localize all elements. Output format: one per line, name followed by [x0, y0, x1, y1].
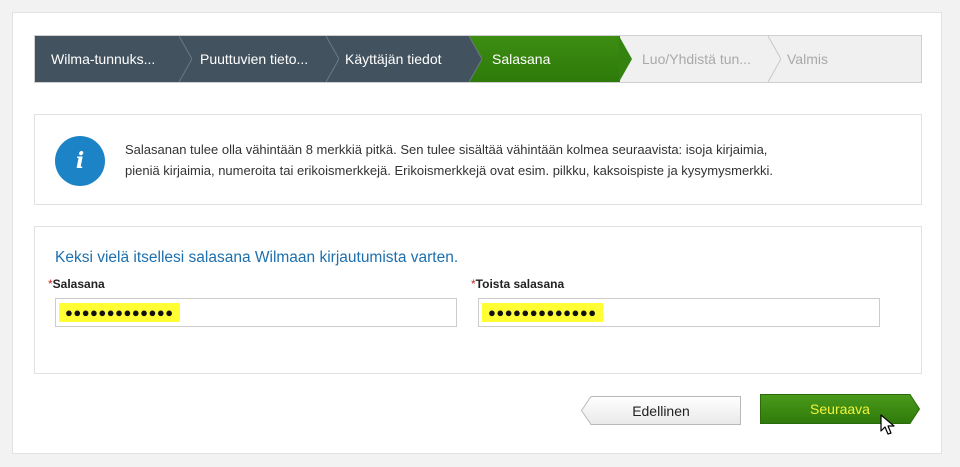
password-rules-text: Salasanan tulee olla vähintään 8 merkkiä…: [125, 139, 885, 181]
password-rules-line-2: pieniä kirjaimia, numeroita tai erikoism…: [125, 163, 774, 178]
chevron-separator-icon: [326, 36, 339, 82]
step-label: Käyttäjän tiedot: [345, 51, 442, 67]
chevron-separator-icon: [619, 36, 632, 82]
next-button[interactable]: Seuraava: [760, 394, 920, 424]
step-kayttajan-tiedot[interactable]: Käyttäjän tiedot: [327, 36, 482, 82]
previous-button[interactable]: Edellinen: [581, 396, 741, 425]
step-wilma-tunnukset[interactable]: Wilma-tunnuks...: [35, 36, 192, 82]
step-label: Luo/Yhdistä tun...: [642, 51, 751, 67]
mouse-pointer-icon: [880, 414, 895, 435]
form-title: Keksi vielä itsellesi salasana Wilmaan k…: [55, 249, 459, 266]
page-container: Wilma-tunnuks... Puuttuvien tieto... Käy…: [12, 12, 942, 454]
password-label: *Salasana: [48, 277, 105, 291]
info-icon: i: [55, 136, 105, 186]
chevron-separator-icon: [768, 36, 781, 82]
previous-button-label: Edellinen: [632, 402, 690, 419]
step-valmis[interactable]: Valmis: [769, 36, 921, 82]
step-label: Salasana: [492, 51, 551, 67]
password-input[interactable]: ●●●●●●●●●●●●●: [55, 298, 457, 327]
step-label: Wilma-tunnuks...: [51, 51, 156, 67]
confirm-password-label: *Toista salasana: [471, 277, 565, 291]
next-button-label: Seuraava: [810, 401, 870, 417]
step-puuttuvien-tiedot[interactable]: Puuttuvien tieto...: [180, 36, 339, 82]
step-label: Puuttuvien tieto...: [200, 51, 309, 67]
password-form: Keksi vielä itsellesi salasana Wilmaan k…: [34, 226, 922, 374]
confirm-password-input[interactable]: ●●●●●●●●●●●●●: [478, 298, 880, 327]
password-value: ●●●●●●●●●●●●●: [59, 303, 180, 322]
password-rules-line-1: Salasanan tulee olla vähintään 8 merkkiä…: [125, 142, 768, 157]
step-salasana[interactable]: Salasana: [470, 36, 632, 82]
step-luo-yhdista-tunnus[interactable]: Luo/Yhdistä tun...: [620, 36, 781, 82]
chevron-separator-icon: [179, 36, 192, 82]
chevron-separator-icon: [469, 36, 482, 82]
confirm-password-value: ●●●●●●●●●●●●●: [482, 303, 603, 322]
password-info-box: i Salasanan tulee olla vähintään 8 merkk…: [34, 114, 922, 205]
progress-stepper: Wilma-tunnuks... Puuttuvien tieto... Käy…: [34, 35, 922, 83]
